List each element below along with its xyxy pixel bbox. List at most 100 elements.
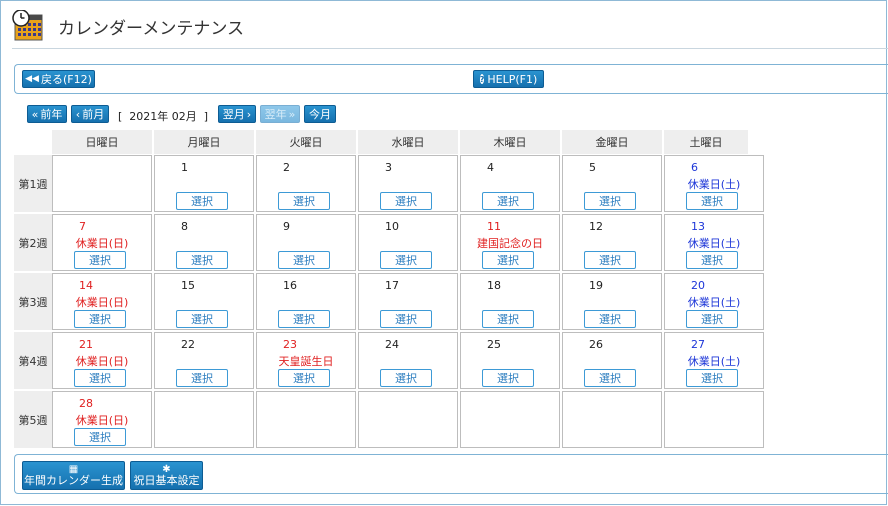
- select-day-button[interactable]: 選択: [686, 369, 738, 387]
- holiday-label: 休業日(日): [75, 296, 129, 309]
- day-number: 16: [283, 279, 297, 292]
- holiday-settings-button[interactable]: ✱ 祝日基本設定: [130, 461, 203, 490]
- select-day-button[interactable]: 選択: [176, 251, 228, 269]
- calendar-day-cell: 22 選択: [154, 332, 254, 389]
- week-label: 第4週: [14, 332, 52, 389]
- calendar-day-cell: 9 選択: [256, 214, 356, 271]
- select-day-button[interactable]: 選択: [74, 428, 126, 446]
- calendar-day-cell: 15 選択: [154, 273, 254, 330]
- current-month-label: [ 2021年 02月 ]: [118, 110, 209, 123]
- calendar-day-cell: 10 選択: [358, 214, 458, 271]
- calendar-day-cell: 11 建国記念の日 選択: [460, 214, 560, 271]
- select-day-button[interactable]: 選択: [176, 192, 228, 210]
- prev-month-label: 前月: [82, 108, 105, 121]
- holiday-label: 休業日(土): [687, 178, 741, 191]
- day-number: 27: [691, 338, 705, 351]
- day-number: 11: [487, 220, 501, 233]
- prev-month-button[interactable]: ‹ 前月: [71, 105, 109, 123]
- day-number: 23: [283, 338, 297, 351]
- day-number: 8: [181, 220, 188, 233]
- back-button[interactable]: ◀◀ 戻る(F12): [22, 70, 95, 88]
- week-label: 第1週: [14, 155, 52, 212]
- select-day-button[interactable]: 選択: [380, 192, 432, 210]
- select-day-button[interactable]: 選択: [584, 310, 636, 328]
- select-day-button[interactable]: 選択: [482, 310, 534, 328]
- select-day-button[interactable]: 選択: [482, 251, 534, 269]
- select-day-button[interactable]: 選択: [278, 192, 330, 210]
- day-number: 17: [385, 279, 399, 292]
- day-number: 13: [691, 220, 705, 233]
- select-day-button[interactable]: 選択: [584, 369, 636, 387]
- calendar-day-cell: 16 選択: [256, 273, 356, 330]
- select-day-button[interactable]: 選択: [278, 310, 330, 328]
- select-day-button[interactable]: 選択: [176, 369, 228, 387]
- day-number: 12: [589, 220, 603, 233]
- calendar-day-cell: 14 休業日(日) 選択: [52, 273, 152, 330]
- holiday-settings-label: 祝日基本設定: [133, 474, 200, 487]
- calendar-day-cell: 1 選択: [154, 155, 254, 212]
- day-number: 22: [181, 338, 195, 351]
- bottom-toolbar: ▦ 年間カレンダー生成 ✱ 祝日基本設定: [14, 454, 888, 494]
- calendar-day-cell: [154, 391, 254, 448]
- calendar-day-cell: 17 選択: [358, 273, 458, 330]
- day-number: 15: [181, 279, 195, 292]
- calendar-day-cell: 7 休業日(日) 選択: [52, 214, 152, 271]
- select-day-button[interactable]: 選択: [278, 369, 330, 387]
- select-day-button[interactable]: 選択: [74, 369, 126, 387]
- top-toolbar: ◀◀ 戻る(F12) ? HELP(F1): [14, 64, 888, 94]
- page-header: カレンダーメンテナンス: [12, 8, 244, 44]
- calendar-day-cell: 5 選択: [562, 155, 662, 212]
- holiday-label: 天皇誕生日: [278, 355, 334, 368]
- day-number: 14: [79, 279, 93, 292]
- generate-annual-calendar-button[interactable]: ▦ 年間カレンダー生成: [22, 461, 125, 490]
- select-day-button[interactable]: 選択: [380, 310, 432, 328]
- day-number: 21: [79, 338, 93, 351]
- double-chevron-right-icon: »: [288, 107, 296, 121]
- select-day-button[interactable]: 選択: [482, 369, 534, 387]
- next-year-button[interactable]: 翌年 »: [260, 105, 300, 123]
- question-circle-icon: ?: [479, 74, 485, 84]
- select-day-button[interactable]: 選択: [278, 251, 330, 269]
- calendar-day-cell: 18 選択: [460, 273, 560, 330]
- weekday-header: 日曜日: [52, 130, 152, 154]
- this-month-label: 今月: [309, 108, 331, 121]
- next-year-label: 翌年: [264, 108, 287, 121]
- select-day-button[interactable]: 選択: [176, 310, 228, 328]
- calendar-day-cell: 4 選択: [460, 155, 560, 212]
- day-number: 9: [283, 220, 290, 233]
- calendar-day-cell: 20 休業日(土) 選択: [664, 273, 764, 330]
- calendar-day-cell: 6 休業日(土) 選択: [664, 155, 764, 212]
- day-number: 25: [487, 338, 501, 351]
- next-month-button[interactable]: 翌月 ›: [218, 105, 256, 123]
- select-day-button[interactable]: 選択: [74, 251, 126, 269]
- calendar-day-cell: 19 選択: [562, 273, 662, 330]
- weekday-header: 金曜日: [562, 130, 662, 154]
- back-button-label: 戻る(F12): [40, 73, 92, 86]
- holiday-label: 休業日(日): [75, 355, 129, 368]
- select-day-button[interactable]: 選択: [584, 251, 636, 269]
- next-month-label: 翌月: [222, 108, 245, 121]
- select-day-button[interactable]: 選択: [584, 192, 636, 210]
- help-button[interactable]: ? HELP(F1): [473, 70, 544, 88]
- select-day-button[interactable]: 選択: [74, 310, 126, 328]
- calendar-day-cell: [460, 391, 560, 448]
- select-day-button[interactable]: 選択: [686, 310, 738, 328]
- holiday-label: 建国記念の日: [477, 237, 543, 250]
- week-label: 第2週: [14, 214, 52, 271]
- select-day-button[interactable]: 選択: [380, 251, 432, 269]
- holiday-label: 休業日(土): [687, 296, 741, 309]
- prev-year-button[interactable]: « 前年: [27, 105, 67, 123]
- select-day-button[interactable]: 選択: [686, 192, 738, 210]
- weekday-header: 木曜日: [460, 130, 560, 154]
- day-number: 24: [385, 338, 399, 351]
- chevron-right-icon: ›: [246, 107, 252, 121]
- day-number: 6: [691, 161, 698, 174]
- select-day-button[interactable]: 選択: [380, 369, 432, 387]
- select-day-button[interactable]: 選択: [686, 251, 738, 269]
- calendar-day-cell: [562, 391, 662, 448]
- select-day-button[interactable]: 選択: [482, 192, 534, 210]
- this-month-button[interactable]: 今月: [304, 105, 336, 123]
- calendar-day-cell: 25 選択: [460, 332, 560, 389]
- holiday-label: 休業日(日): [75, 237, 129, 250]
- holiday-label: 休業日(日): [75, 414, 129, 427]
